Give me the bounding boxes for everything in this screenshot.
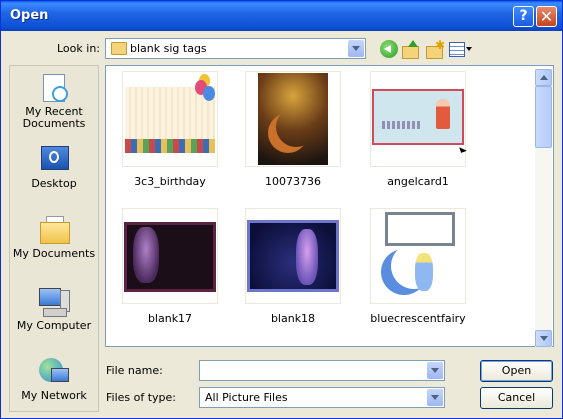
back-icon[interactable] xyxy=(380,40,398,58)
place-label: My Recent Documents xyxy=(22,105,86,130)
help-button[interactable]: ? xyxy=(513,6,534,27)
up-folder-icon[interactable] xyxy=(402,40,420,59)
look-in-dropdown[interactable]: blank sig tags xyxy=(105,38,366,59)
my-documents-icon xyxy=(37,216,71,246)
my-computer-icon xyxy=(37,288,71,318)
place-my-recent-documents[interactable]: My Recent Documents xyxy=(10,74,98,130)
place-label: My Computer xyxy=(16,319,92,332)
image-thumbnail xyxy=(370,71,466,167)
file-name-label: File name: xyxy=(106,364,163,377)
file-item[interactable]: blank17 xyxy=(110,208,230,325)
chevron-down-icon[interactable] xyxy=(348,40,364,57)
my-network-icon xyxy=(37,358,71,388)
image-thumbnail xyxy=(370,208,466,304)
file-item[interactable]: angelcard1 xyxy=(358,71,478,188)
file-item[interactable]: bluecrescentfairy xyxy=(358,208,478,325)
place-label: Desktop xyxy=(31,177,77,190)
image-thumbnail xyxy=(122,71,218,167)
chevron-down-icon[interactable] xyxy=(427,362,443,379)
look-in-label: Look in: xyxy=(57,42,100,55)
file-type-dropdown[interactable]: All Picture Files xyxy=(199,387,445,408)
look-in-value: blank sig tags xyxy=(130,42,207,55)
file-list[interactable]: 3c3_birthday 10073736 angelcard1 blank17… xyxy=(105,65,554,347)
place-my-network[interactable]: My Network xyxy=(10,358,98,402)
place-my-documents[interactable]: My Documents xyxy=(10,216,98,260)
file-item[interactable]: 3c3_birthday xyxy=(110,71,230,188)
vertical-scrollbar[interactable] xyxy=(535,69,552,347)
file-name: 3c3_birthday xyxy=(134,175,206,188)
image-thumbnail xyxy=(122,208,218,304)
file-item[interactable]: blank18 xyxy=(233,208,353,325)
open-button[interactable]: Open xyxy=(480,360,553,382)
places-bar: My Recent Documents Desktop My Documents… xyxy=(9,65,99,412)
place-desktop[interactable]: Desktop xyxy=(10,146,98,190)
place-label: My Network xyxy=(21,389,87,402)
cancel-button[interactable]: Cancel xyxy=(480,387,553,409)
image-thumbnail xyxy=(245,208,341,304)
folder-icon xyxy=(111,42,127,55)
desktop-icon xyxy=(37,146,71,176)
new-folder-icon[interactable]: ✱ xyxy=(425,38,445,59)
close-button[interactable]: ✕ xyxy=(536,6,557,27)
image-thumbnail xyxy=(245,71,341,167)
file-name: blank18 xyxy=(270,312,316,325)
file-type-value: All Picture Files xyxy=(205,391,288,404)
file-name-field[interactable] xyxy=(199,360,445,381)
file-name: blank17 xyxy=(147,312,193,325)
file-name: angelcard1 xyxy=(387,175,449,188)
place-label: My Documents xyxy=(12,247,96,260)
scroll-down-icon[interactable] xyxy=(535,330,552,347)
file-item[interactable]: 10073736 xyxy=(233,71,353,188)
scrollbar-thumb[interactable] xyxy=(535,86,552,148)
file-name: 10073736 xyxy=(265,175,321,188)
file-type-label: Files of type: xyxy=(106,391,177,404)
place-my-computer[interactable]: My Computer xyxy=(10,288,98,332)
file-name: bluecrescentfairy xyxy=(370,312,466,325)
window-title: Open xyxy=(10,8,49,23)
scroll-up-icon[interactable] xyxy=(535,69,552,86)
views-menu-icon[interactable] xyxy=(449,40,473,58)
recent-documents-icon xyxy=(37,74,71,104)
chevron-down-icon[interactable] xyxy=(427,389,443,406)
open-dialog: Open ? ✕ Look in: blank sig tags ✱ My Re… xyxy=(0,0,563,419)
title-bar[interactable]: Open ? ✕ xyxy=(1,1,562,31)
